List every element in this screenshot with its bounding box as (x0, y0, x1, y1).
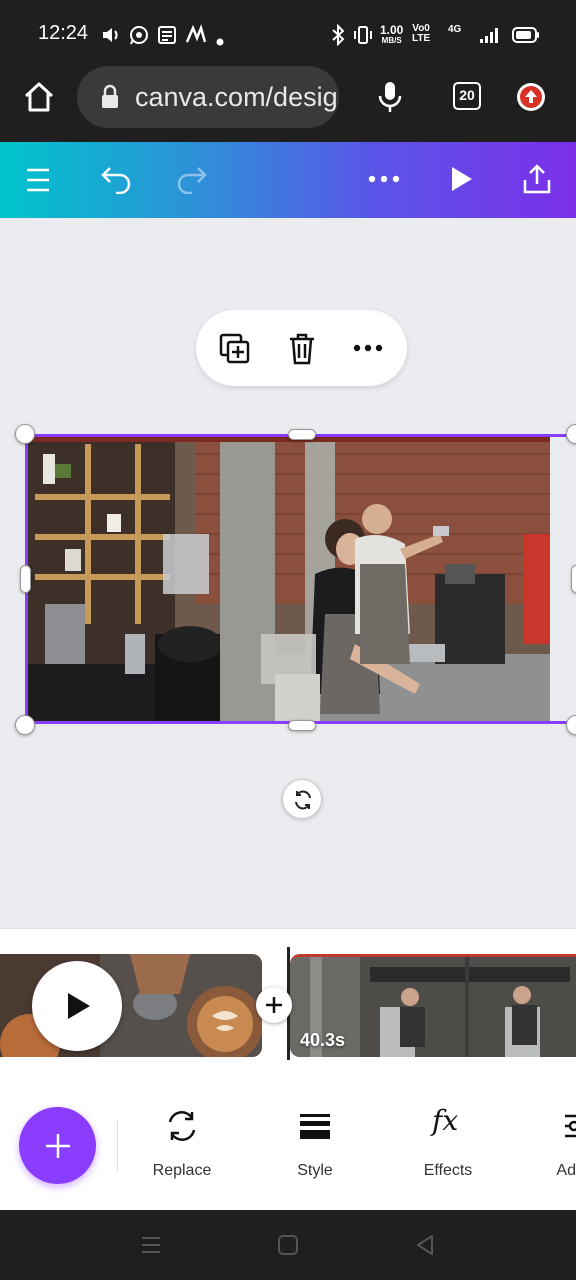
redo-icon[interactable] (174, 164, 208, 194)
more-notifications-dot-icon (216, 38, 224, 46)
volte-indicator: Vo0 LTE (412, 23, 431, 44)
url-bar[interactable]: canva.com/design (77, 66, 339, 128)
browser-bar: canva.com/design 20 (0, 66, 576, 142)
rotate-handle[interactable] (282, 779, 322, 819)
effects-tool-button[interactable]: fx Effects (388, 1100, 508, 1190)
add-element-button[interactable] (19, 1107, 96, 1184)
play-preview-icon[interactable] (448, 164, 476, 194)
signal-icon (480, 28, 498, 43)
replace-icon (168, 1111, 196, 1141)
whatsapp-icon (130, 26, 148, 45)
more-options-icon[interactable] (368, 174, 400, 184)
replace-tool-button[interactable]: Replace (122, 1100, 242, 1190)
adjust-tool-button[interactable]: Ad (520, 1100, 576, 1190)
element-context-menu (196, 310, 407, 386)
url-text: canva.com/design (135, 82, 339, 112)
back-nav-icon[interactable] (414, 1234, 436, 1256)
bottom-toolbar: Replace Style fx Effects Ad (0, 1060, 576, 1210)
lock-icon (102, 84, 118, 108)
tab-count: 20 (459, 87, 475, 103)
menu-icon[interactable] (25, 166, 51, 194)
bluetooth-icon (332, 24, 345, 46)
tool-label: Effects (423, 1162, 473, 1179)
selection-frame (25, 434, 576, 724)
tool-label: Style (297, 1162, 333, 1179)
network-type: 4G (448, 24, 462, 35)
status-bar: 12:24 1.00 MB/S Vo0 LTE 4G (0, 0, 576, 66)
undo-icon[interactable] (100, 164, 134, 194)
resize-handle-bottom-left[interactable] (15, 715, 35, 735)
play-button[interactable] (32, 961, 122, 1051)
share-icon[interactable] (520, 162, 554, 196)
play-icon (68, 993, 90, 1019)
news-icon (158, 26, 176, 44)
tool-label: Ad (556, 1162, 576, 1179)
rotate-icon (295, 790, 311, 810)
microphone-icon[interactable] (376, 80, 404, 114)
plus-icon (266, 997, 282, 1013)
tool-label: Replace (152, 1162, 212, 1179)
vibrate-icon (354, 26, 372, 44)
resize-handle-bottom-right[interactable] (566, 715, 576, 735)
tab-switcher-button[interactable]: 20 (453, 82, 481, 110)
duplicate-icon[interactable] (218, 332, 252, 366)
recents-menu-icon[interactable] (140, 1235, 162, 1255)
update-icon[interactable] (516, 82, 546, 112)
more-options-icon[interactable] (353, 343, 383, 353)
home-nav-icon[interactable] (277, 1234, 299, 1256)
resize-handle-right[interactable] (571, 565, 576, 593)
resize-handle-top-left[interactable] (15, 424, 35, 444)
system-navigation-bar (0, 1210, 576, 1280)
video-timeline: 40.3s (0, 928, 576, 1063)
design-canvas (0, 218, 576, 928)
divider (117, 1120, 118, 1172)
app-notification-icon (185, 24, 207, 43)
style-tool-button[interactable]: Style (255, 1100, 375, 1190)
resize-handle-left[interactable] (20, 565, 31, 593)
delete-icon[interactable] (287, 332, 317, 366)
network-speed: 1.00 MB/S (380, 23, 404, 45)
resize-handle-top[interactable] (288, 429, 316, 440)
effects-icon: fx (432, 1104, 459, 1137)
adjust-icon (565, 1114, 576, 1138)
style-icon (300, 1114, 330, 1139)
add-transition-button[interactable] (256, 987, 292, 1023)
clip-duration: 40.3s (300, 1030, 346, 1050)
volume-icon (103, 28, 118, 42)
plus-icon (46, 1134, 70, 1158)
battery-icon (512, 27, 539, 43)
resize-handle-bottom[interactable] (288, 720, 316, 731)
home-icon[interactable] (22, 80, 56, 114)
status-time: 12:24 (38, 22, 89, 44)
editor-toolbar (0, 142, 576, 218)
